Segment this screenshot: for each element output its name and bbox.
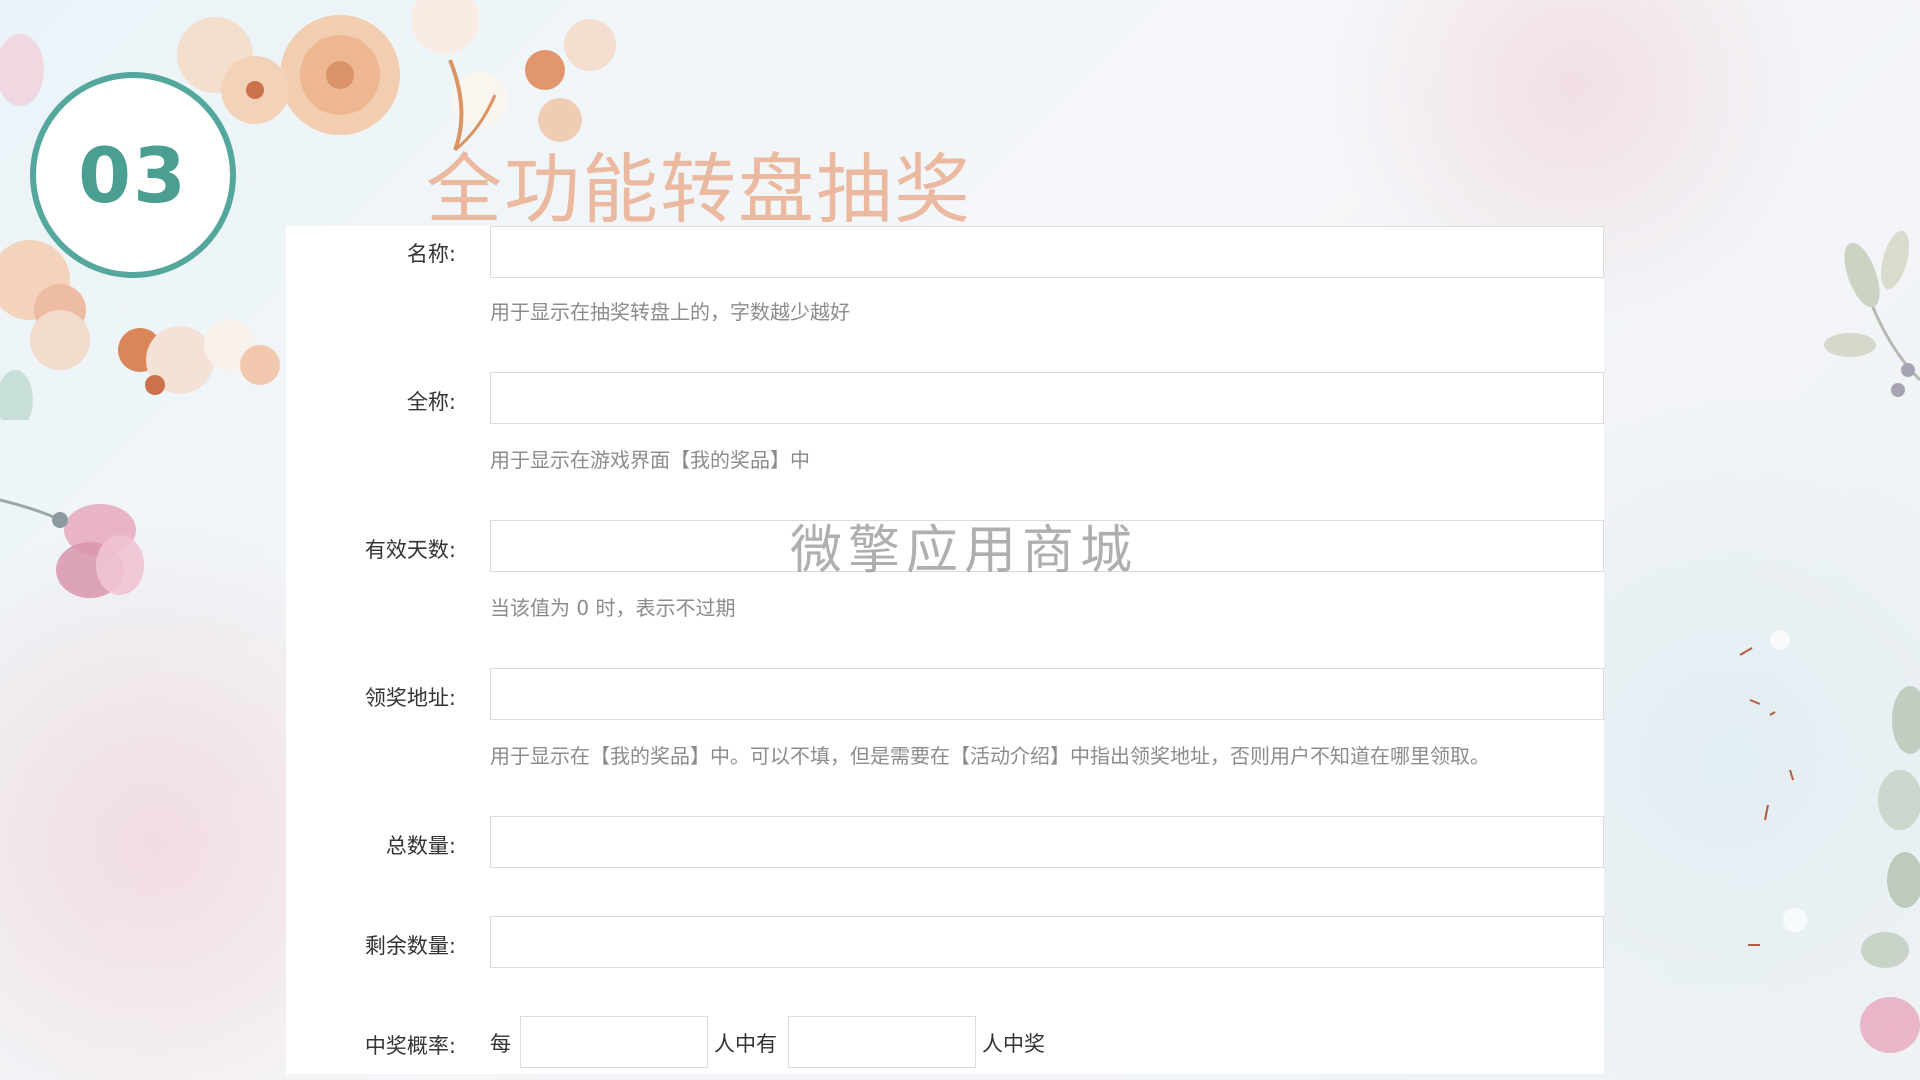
name-help-text: 用于显示在抽奖转盘上的，字数越少越好 xyxy=(490,300,850,324)
probability-suffix: 人中奖 xyxy=(982,1032,1045,1056)
prize-form-panel: 名称: 用于显示在抽奖转盘上的，字数越少越好 全称: 用于显示在游戏界面【我的奖… xyxy=(286,226,1604,1074)
full-name-input[interactable] xyxy=(490,372,1604,424)
full-name-help-text: 用于显示在游戏界面【我的奖品】中 xyxy=(490,448,810,472)
total-quantity-label: 总数量: xyxy=(385,834,456,858)
valid-days-help-text: 当该值为 0 时，表示不过期 xyxy=(490,596,736,620)
claim-address-help-text: 用于显示在【我的奖品】中。可以不填，但是需要在【活动介绍】中指出领奖地址，否则用… xyxy=(490,744,1490,768)
valid-days-label: 有效天数: xyxy=(364,538,456,562)
slide-background: 03 全功能转盘抽奖 名称: 用于显示在抽奖转盘上的，字数越少越好 全称: 用于… xyxy=(0,0,1920,1080)
name-label: 名称: xyxy=(406,242,456,266)
probability-label: 中奖概率: xyxy=(364,1034,456,1058)
pink-flower-decoration xyxy=(0,498,144,598)
section-number: 03 xyxy=(78,130,188,220)
claim-address-input[interactable] xyxy=(490,668,1604,720)
remaining-quantity-label: 剩余数量: xyxy=(364,934,456,958)
slide-title: 全功能转盘抽奖 xyxy=(426,145,972,234)
probability-prefix: 每 xyxy=(490,1032,511,1056)
valid-days-input[interactable] xyxy=(490,520,1604,572)
total-quantity-input[interactable] xyxy=(490,816,1604,868)
probability-people-input[interactable] xyxy=(520,1016,708,1068)
leaf-branch-decoration xyxy=(1824,230,1920,397)
leaf-decoration-bottom-right xyxy=(1860,686,1920,1053)
name-input[interactable] xyxy=(490,226,1604,278)
section-number-badge: 03 xyxy=(30,72,236,278)
full-name-label: 全称: xyxy=(406,390,456,414)
probability-winners-input[interactable] xyxy=(788,1016,976,1068)
dandelion-decoration xyxy=(1739,630,1807,946)
probability-middle-text: 人中有 xyxy=(714,1032,777,1056)
claim-address-label: 领奖地址: xyxy=(364,686,456,710)
remaining-quantity-input[interactable] xyxy=(490,916,1604,968)
